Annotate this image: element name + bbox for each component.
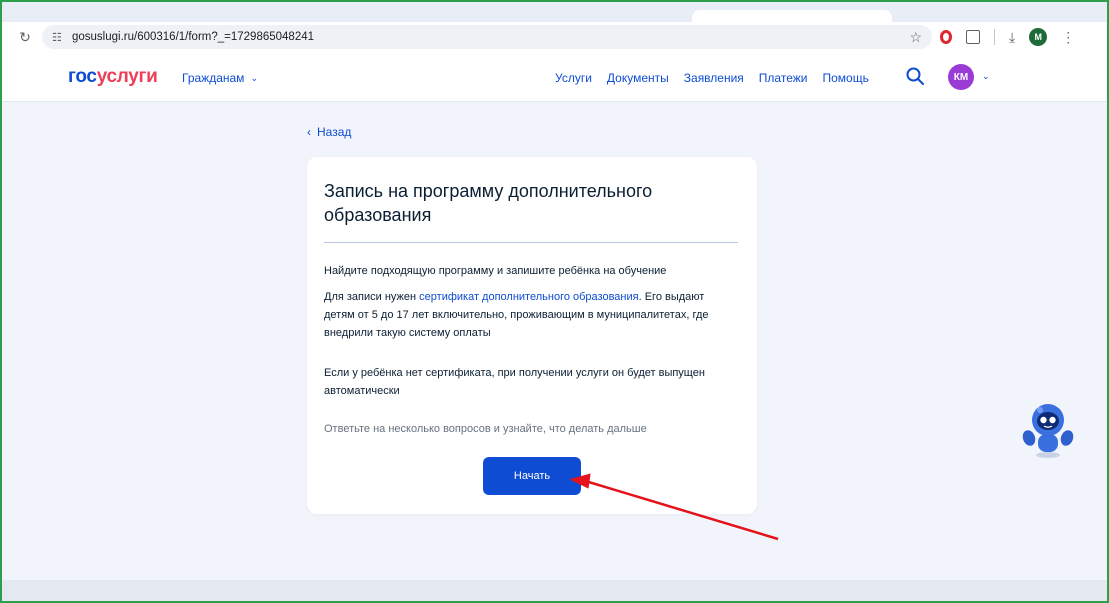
star-icon[interactable]: ☆	[909, 29, 922, 46]
certificate-paragraph: Для записи нужен сертификат дополнительн…	[324, 288, 724, 342]
start-button[interactable]: Начать	[483, 457, 581, 495]
address-bar[interactable]: ☷ gosuslugi.ru/600316/1/form?_=172986504…	[42, 25, 932, 49]
gosuslugi-logo[interactable]: госуслуги	[68, 66, 158, 88]
certificate-text-prefix: Для записи нужен	[324, 291, 420, 303]
logo-part-uslugi: услуги	[96, 66, 158, 87]
page-body: ‹ Назад Запись на программу дополнительн…	[2, 102, 1107, 601]
back-link[interactable]: ‹ Назад	[307, 125, 351, 139]
browser-toolbar: ↻ ☷ gosuslugi.ru/600316/1/form?_=1729865…	[2, 22, 1107, 52]
logo-part-gos: гос	[68, 66, 97, 87]
reload-icon[interactable]: ↻	[16, 28, 34, 46]
page-title: Запись на программу дополнительного обра…	[324, 181, 653, 225]
back-link-label: Назад	[317, 125, 352, 139]
assistant-robot-icon[interactable]	[1020, 400, 1076, 460]
no-certificate-text: Если у ребёнка нет сертификата, при полу…	[324, 367, 705, 397]
chevron-down-icon: ⌄	[250, 72, 258, 83]
opera-icon[interactable]	[940, 30, 952, 44]
citizens-menu-label: Гражданам	[182, 71, 245, 85]
nav-applications[interactable]: Заявления	[684, 71, 744, 85]
chevron-down-icon[interactable]: ⌄	[982, 71, 990, 82]
certificate-link[interactable]: сертификат дополнительного образования	[419, 291, 638, 303]
toolbar-separator	[994, 29, 995, 45]
kebab-menu-icon[interactable]: ⋮	[1061, 29, 1075, 46]
puzzle-icon[interactable]	[966, 30, 980, 44]
site-settings-icon[interactable]: ☷	[52, 31, 66, 44]
nav-documents[interactable]: Документы	[607, 71, 669, 85]
footer-band	[2, 580, 1107, 601]
nav-help[interactable]: Помощь	[822, 71, 868, 85]
nav-services[interactable]: Услуги	[555, 71, 592, 85]
download-icon[interactable]: ⤓	[1009, 29, 1015, 46]
site-header: госуслуги Гражданам ⌄ Услуги Документы З…	[2, 52, 1107, 102]
intro-text: Найдите подходящую программу и запишите …	[324, 265, 667, 277]
questions-hint: Ответьте на несколько вопросов и узнайте…	[324, 423, 647, 435]
service-card: Запись на программу дополнительного обра…	[307, 157, 757, 514]
chevron-left-icon: ‹	[307, 125, 311, 139]
browser-tab-strip	[2, 2, 1107, 22]
user-avatar[interactable]: КМ	[948, 64, 974, 90]
screenshot-frame: ↻ ☷ gosuslugi.ru/600316/1/form?_=1729865…	[0, 0, 1109, 603]
citizens-menu[interactable]: Гражданам ⌄	[182, 71, 258, 85]
profile-avatar[interactable]: M	[1029, 28, 1048, 46]
nav-payments[interactable]: Платежи	[759, 71, 808, 85]
main-nav: Услуги Документы Заявления Платежи Помощ…	[555, 71, 869, 85]
browser-tab[interactable]	[692, 10, 892, 22]
url-text[interactable]: gosuslugi.ru/600316/1/form?_=17298650482…	[72, 31, 314, 43]
search-icon[interactable]	[905, 66, 925, 86]
divider	[324, 242, 738, 243]
